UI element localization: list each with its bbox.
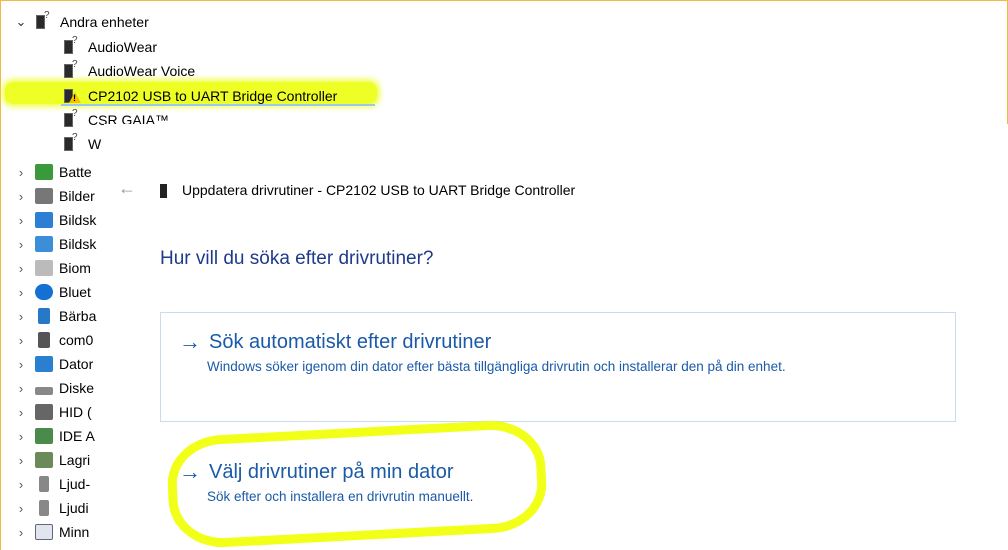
tree-category-disk-drives[interactable]: › Diske bbox=[13, 376, 94, 400]
speaker-icon bbox=[39, 476, 49, 492]
tree-category-display-adapters[interactable]: › Bildsk bbox=[13, 232, 96, 256]
tree-node-other-devices[interactable]: ⌄ ? Andra enheter bbox=[13, 10, 149, 34]
fingerprint-icon bbox=[35, 260, 53, 276]
category-label: Bluet bbox=[59, 284, 91, 300]
tree-category-monitors[interactable]: › Bildsk bbox=[13, 208, 96, 232]
tree-item-label: AudioWear Voice bbox=[88, 63, 196, 79]
bluetooth-icon bbox=[35, 284, 53, 300]
tree-category-bluetooth[interactable]: › Bluet bbox=[13, 280, 91, 304]
chevron-right-icon[interactable]: › bbox=[13, 405, 29, 420]
category-label: Batte bbox=[59, 164, 92, 180]
chevron-right-icon[interactable]: › bbox=[13, 429, 29, 444]
tree-item-label: CP2102 USB to UART Bridge Controller bbox=[88, 88, 338, 104]
category-label: Minn bbox=[59, 524, 90, 540]
tree-category-ide[interactable]: › IDE A bbox=[13, 424, 95, 448]
chevron-right-icon[interactable]: › bbox=[13, 261, 29, 276]
tree-category-imaging[interactable]: › Bilder bbox=[13, 184, 95, 208]
tree-item-audiowear[interactable]: ? AudioWear bbox=[63, 35, 157, 59]
chevron-right-icon[interactable]: › bbox=[13, 213, 29, 228]
memory-icon bbox=[35, 524, 53, 540]
tree-category-portable[interactable]: › Bärba bbox=[13, 304, 96, 328]
category-label: Dator bbox=[59, 356, 94, 372]
category-label: HID ( bbox=[59, 404, 92, 420]
monitor-icon bbox=[35, 212, 53, 228]
category-label: IDE A bbox=[59, 428, 95, 444]
warning-device-icon: ! bbox=[63, 87, 81, 105]
category-label: Biom bbox=[59, 260, 91, 276]
tree-category-sound[interactable]: › Ljudi bbox=[13, 496, 89, 520]
tree-category-storage[interactable]: › Lagri bbox=[13, 448, 90, 472]
chevron-right-icon[interactable]: › bbox=[13, 189, 29, 204]
tree-item-audiowear-voice[interactable]: ? AudioWear Voice bbox=[63, 59, 195, 83]
port-icon bbox=[38, 332, 50, 348]
tree-item-w[interactable]: ? W bbox=[63, 132, 101, 156]
tree-category-batteries[interactable]: › Batte bbox=[13, 160, 92, 184]
dialog-question: Hur vill du söka efter drivrutiner? bbox=[160, 248, 434, 269]
chevron-right-icon[interactable]: › bbox=[13, 165, 29, 180]
option-description: Windows söker igenom din dator efter bäs… bbox=[207, 359, 786, 374]
disk-drive-icon bbox=[35, 387, 53, 395]
category-label: Lagri bbox=[59, 452, 91, 468]
chevron-right-icon[interactable]: › bbox=[13, 237, 29, 252]
tree-category-hid[interactable]: › HID ( bbox=[13, 400, 92, 424]
category-label: Bärba bbox=[59, 308, 97, 324]
chevron-right-icon[interactable]: › bbox=[13, 357, 29, 372]
battery-icon bbox=[35, 164, 53, 180]
dialog-title: Uppdatera drivrutiner - CP2102 USB to UA… bbox=[182, 182, 576, 198]
tree-item-cp2102[interactable]: ! CP2102 USB to UART Bridge Controller bbox=[63, 84, 337, 108]
search-automatically-option[interactable]: → Sök automatiskt efter drivrutiner Wind… bbox=[160, 312, 956, 422]
unknown-device-icon: ? bbox=[63, 108, 81, 129]
category-label: Bilder bbox=[59, 188, 95, 204]
chevron-right-icon[interactable]: › bbox=[13, 525, 29, 540]
chevron-right-icon[interactable]: › bbox=[13, 381, 29, 396]
unknown-device-icon: ? bbox=[63, 132, 81, 153]
tree-item-label: AudioWear bbox=[88, 39, 158, 55]
back-arrow-icon[interactable]: ← bbox=[118, 178, 136, 199]
camera-icon bbox=[35, 188, 53, 204]
chevron-right-icon[interactable]: › bbox=[13, 309, 29, 324]
tree-category-memory[interactable]: › Minn bbox=[13, 520, 89, 544]
tree-node-label: Andra enheter bbox=[60, 14, 149, 30]
category-label: Ljudi bbox=[59, 500, 89, 516]
controller-icon bbox=[35, 428, 53, 444]
yellow-circle-marker bbox=[165, 418, 549, 550]
tree-category-computer[interactable]: › Dator bbox=[13, 352, 93, 376]
chevron-right-icon[interactable]: › bbox=[13, 453, 29, 468]
option-title: Sök automatiskt efter drivrutiner bbox=[209, 330, 492, 353]
storage-icon bbox=[35, 452, 53, 468]
tree-category-audio-io[interactable]: › Ljud- bbox=[13, 472, 90, 496]
category-label: Bildsk bbox=[59, 236, 97, 252]
tree-item-label: W bbox=[88, 136, 102, 152]
category-label: com0 bbox=[59, 332, 94, 348]
portable-device-icon bbox=[38, 308, 50, 324]
unknown-device-icon: ? bbox=[63, 59, 81, 80]
category-label: Diske bbox=[59, 380, 95, 396]
chevron-right-icon[interactable]: › bbox=[13, 477, 29, 492]
usb-device-icon bbox=[160, 184, 167, 198]
display-adapter-icon bbox=[35, 236, 53, 252]
category-label: Bildsk bbox=[59, 212, 97, 228]
unknown-device-icon: ? bbox=[35, 10, 53, 31]
chevron-right-icon[interactable]: › bbox=[13, 501, 29, 516]
unknown-device-icon: ? bbox=[63, 35, 81, 56]
arrow-right-icon: → bbox=[179, 329, 201, 354]
chevron-right-icon[interactable]: › bbox=[13, 333, 29, 348]
category-label: Ljud- bbox=[59, 476, 91, 492]
keyboard-icon bbox=[35, 404, 53, 420]
tree-category-com0[interactable]: › com0 bbox=[13, 328, 93, 352]
chevron-down-icon[interactable]: ⌄ bbox=[13, 14, 29, 30]
speaker-icon bbox=[39, 500, 49, 516]
computer-icon bbox=[35, 356, 53, 372]
chevron-right-icon[interactable]: › bbox=[13, 285, 29, 300]
tree-category-biometric[interactable]: › Biom bbox=[13, 256, 91, 280]
